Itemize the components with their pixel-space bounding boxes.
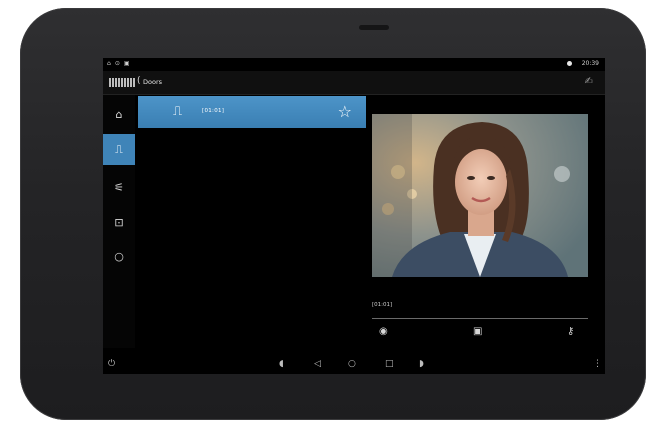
door-list-item[interactable]: ⎍ [01:01] ☆	[138, 96, 366, 128]
power-icon[interactable]: ⏻	[108, 359, 115, 369]
status-bar: ⌂ ⊙ ▣ 20:39	[103, 58, 605, 71]
status-time: 20:39	[581, 60, 599, 67]
back-icon[interactable]: ◁	[314, 359, 321, 369]
sidebar-item-settings[interactable]: ○	[103, 241, 135, 272]
volume-icon[interactable]: ◖	[279, 359, 284, 369]
video-divider	[372, 318, 588, 319]
app-bar: ( Doors ✍	[103, 71, 605, 95]
breadcrumb: Doors	[143, 78, 163, 86]
mute-icon[interactable]: ✍	[585, 76, 593, 87]
key-icon[interactable]: ⚷	[567, 326, 574, 337]
sidebar-item-home[interactable]: ⌂	[103, 99, 135, 130]
status-left-icons: ⌂ ⊙ ▣	[107, 60, 130, 67]
sidebar: ⌂ ⎍ ⚟ ⊡ ○	[103, 95, 135, 348]
eye-icon[interactable]: ◉	[379, 326, 388, 337]
volume-up-icon[interactable]: ◗	[419, 359, 424, 369]
star-outline-icon[interactable]: ☆	[338, 102, 352, 121]
home-circle-icon[interactable]: ○	[348, 359, 356, 369]
handset-icon: ⚟	[114, 181, 124, 194]
settings-icon: ○	[114, 250, 124, 263]
recents-icon[interactable]: □	[385, 359, 394, 369]
door-label: [01:01]	[202, 108, 225, 114]
home-small-icon: ⌂	[107, 60, 111, 67]
sidebar-item-doors[interactable]: ⎍	[103, 134, 135, 165]
more-icon[interactable]: ⋮	[593, 359, 602, 369]
contact-card-icon: ⊡	[114, 216, 124, 229]
back-chevron-icon[interactable]: (	[137, 76, 141, 86]
notification-icon: ▣	[123, 60, 130, 67]
sidebar-item-handset[interactable]: ⚟	[103, 172, 135, 203]
video-feed	[372, 114, 588, 277]
wifi-icon: ⊙	[114, 60, 120, 67]
door-icon: ⎍	[173, 104, 183, 119]
camera-icon[interactable]: ▣	[473, 326, 482, 337]
touch-screen: ⌂ ⊙ ▣ 20:39 ( Doors ✍ ⌂ ⎍ ⚟ ⊡ ○ ⎍ [01:01…	[103, 58, 605, 374]
home-icon: ⌂	[115, 108, 123, 121]
brand-logo	[109, 78, 135, 87]
status-dot-icon	[566, 61, 572, 66]
front-camera	[359, 25, 389, 30]
door-icon: ⎍	[115, 142, 123, 156]
status-right: 20:39	[566, 60, 599, 67]
sidebar-item-contacts[interactable]: ⊡	[103, 207, 135, 238]
caller-label: [01:01]	[372, 302, 393, 308]
system-nav-bar: ⏻ ◖ ◁ ○ □ ◗ ⋮	[103, 356, 605, 374]
caller-video-image	[372, 114, 588, 277]
